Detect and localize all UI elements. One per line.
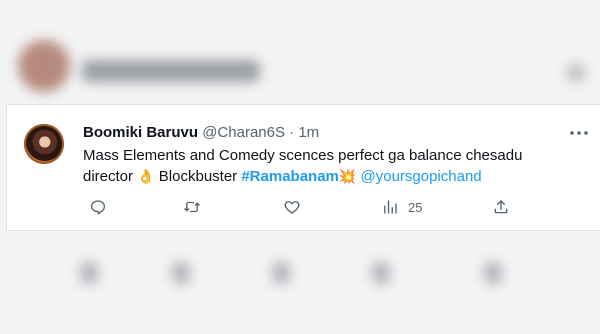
tweet-text-line1: Mass Elements and Comedy scences perfect…: [83, 147, 523, 164]
ok-hand-emoji: 👌: [137, 168, 155, 184]
comment-bubble-icon: [90, 200, 106, 215]
like-button[interactable]: [283, 196, 301, 218]
author-name[interactable]: Boomiki Baruvu: [83, 124, 198, 141]
hashtag-link[interactable]: #Ramabanam: [241, 168, 339, 185]
collision-emoji: 💥: [338, 168, 357, 184]
blurred-more-icon: [567, 64, 585, 82]
retweet-icon: [184, 201, 200, 213]
separator-dot: ·: [289, 124, 295, 141]
author-handle[interactable]: @Charan6S: [202, 124, 285, 141]
avatar[interactable]: [24, 124, 64, 164]
share-button[interactable]: [492, 196, 510, 218]
timestamp[interactable]: 1m: [298, 124, 319, 141]
blurred-views-icon: [372, 262, 390, 284]
text-director: director: [83, 168, 138, 185]
blurred-username: [82, 60, 260, 82]
blurred-like-icon: [272, 262, 290, 284]
blurred-reply-icon: [80, 262, 98, 284]
tweet-card[interactable]: Boomiki Baruvu @Charan6S · 1m Mass Eleme…: [6, 104, 600, 231]
share-upload-icon: [494, 200, 508, 214]
tweet-text: Mass Elements and Comedy scences perfect…: [83, 146, 588, 187]
blurred-share-icon: [484, 262, 502, 284]
text-blockbuster: Blockbuster: [154, 168, 242, 185]
blurred-avatar: [18, 40, 70, 92]
blurred-retweet-icon: [172, 262, 190, 284]
retweet-button[interactable]: [183, 196, 201, 218]
mention-link[interactable]: @yoursgopichand: [356, 168, 481, 185]
tweet-header: Boomiki Baruvu @Charan6S · 1m: [83, 123, 319, 143]
heart-icon: [284, 201, 300, 214]
views-button[interactable]: 25: [381, 196, 422, 218]
views-count: 25: [408, 199, 423, 215]
tweet-text-line2: director 👌 Blockbuster #Ramabanam💥 @your…: [83, 166, 588, 187]
reply-button[interactable]: [89, 196, 107, 218]
more-options-icon[interactable]: [567, 121, 591, 145]
tweet-actions: 25: [83, 196, 513, 218]
analytics-bar-icon: [384, 200, 397, 214]
